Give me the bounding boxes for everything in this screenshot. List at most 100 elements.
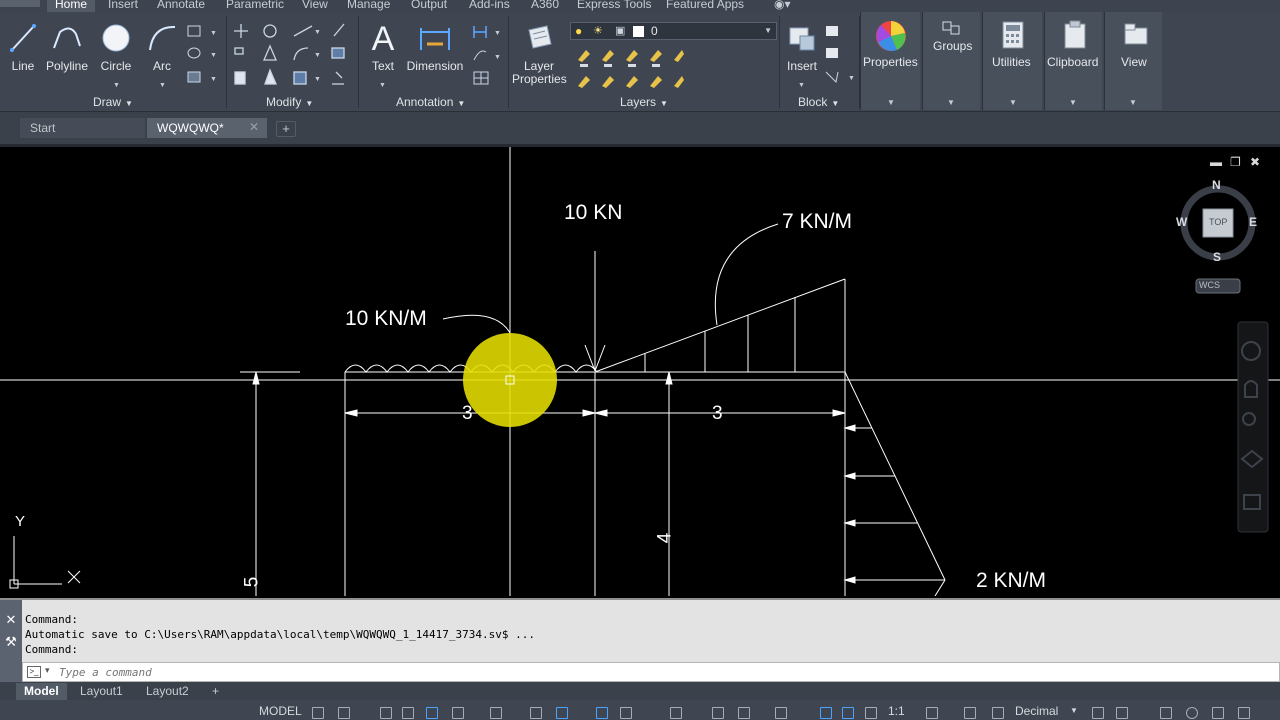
graphics-performance-icon[interactable] <box>1160 707 1172 719</box>
compass-north[interactable]: N <box>1212 178 1221 192</box>
lock-ui-icon[interactable] <box>1116 707 1128 719</box>
polar-tracking-icon[interactable] <box>452 707 464 719</box>
text-button[interactable]: A Text ▼ <box>364 20 402 89</box>
app-menu-button[interactable] <box>0 0 40 7</box>
drawing-viewport[interactable]: ▬ ❐ ✖ 10 KN 7 KN/M 10 KN/M 2 KN/M 3 3 4 … <box>0 144 1280 596</box>
lineweight-icon[interactable] <box>596 707 608 719</box>
isometric-icon[interactable] <box>490 707 502 719</box>
close-command-window-icon[interactable]: ✕ <box>0 612 22 628</box>
object-snap-icon[interactable] <box>556 707 568 719</box>
line-icon <box>10 24 36 52</box>
tab-home[interactable]: Home <box>47 0 96 12</box>
auto-scale-icon[interactable] <box>842 707 854 719</box>
chevron-down-icon[interactable]: ▼ <box>1070 706 1078 715</box>
command-input-box[interactable]: >_ ▾ <box>22 662 1280 682</box>
dimension-right-span: 3 <box>712 403 723 424</box>
tab-parametric[interactable]: Parametric <box>226 0 284 11</box>
annotation-panel-title[interactable]: Annotation ▼ <box>396 95 465 109</box>
tab-featured-apps[interactable]: Featured Apps <box>666 0 744 11</box>
annotation-scale-dropdown[interactable]: 1:1 <box>888 704 905 718</box>
sun-icon: ☀ <box>593 25 603 37</box>
layer-tools[interactable] <box>574 46 684 90</box>
tab-view[interactable]: View <box>302 0 328 11</box>
command-input[interactable] <box>59 664 1259 680</box>
clipboard-panel[interactable]: Clipboard ▼ <box>1044 12 1102 110</box>
tab-add-ins[interactable]: Add-ins <box>469 0 510 11</box>
block-small-tools[interactable]: ▼ <box>824 24 856 90</box>
tab-model[interactable]: Model <box>16 683 67 700</box>
modify-panel-title[interactable]: Modify ▼ <box>266 95 313 109</box>
add-layout-button[interactable]: + <box>204 683 227 700</box>
dimension-left-span: 3 <box>462 403 473 424</box>
tab-a360[interactable]: A360 <box>531 0 559 11</box>
modify-tools[interactable]: ▼ ▼ ▼ <box>232 22 356 92</box>
chevron-down-icon[interactable]: ▾ <box>45 665 50 676</box>
tab-insert[interactable]: Insert <box>108 0 138 11</box>
transparency-icon[interactable] <box>620 707 632 719</box>
close-tab-icon[interactable]: ✕ <box>249 120 259 134</box>
units-icon[interactable] <box>775 707 787 719</box>
view-icon <box>1124 23 1148 45</box>
gizmo-icon[interactable] <box>712 707 724 719</box>
circle-button[interactable]: Circle ▼ <box>96 22 136 89</box>
drawing-canvas <box>0 147 1280 596</box>
ribbon-options-icon[interactable]: ◉▾ <box>774 0 791 11</box>
grid-icon[interactable] <box>312 707 324 719</box>
draw-panel-title[interactable]: Draw ▼ <box>93 95 133 109</box>
workspace-gear-icon[interactable] <box>926 707 938 719</box>
groups-icon <box>942 21 960 35</box>
tab-express-tools[interactable]: Express Tools <box>577 0 651 11</box>
model-space-button[interactable]: MODEL <box>259 704 302 718</box>
annotation-small-tools[interactable]: ▼▼ <box>470 22 506 92</box>
draw-small-tools[interactable]: ▼ ▼ ▼ <box>186 22 222 88</box>
tab-layout1[interactable]: Layout1 <box>72 683 131 700</box>
units-dropdown[interactable]: Decimal <box>1015 704 1058 718</box>
customize-wrench-icon[interactable]: ⚒ <box>0 634 22 650</box>
tab-output[interactable]: Output <box>411 0 447 11</box>
insert-block-button[interactable]: Insert ▼ <box>784 22 820 89</box>
quick-properties-icon[interactable] <box>1092 707 1104 719</box>
layer-dropdown[interactable]: ● ☀ ▣ 0 ▼ <box>570 22 777 40</box>
layout-tab-bar: Model Layout1 Layout2 + <box>0 682 1280 700</box>
selection-cycling-icon[interactable] <box>670 707 682 719</box>
infer-constraints-icon[interactable] <box>380 707 392 719</box>
customization-menu-icon[interactable] <box>1238 707 1250 719</box>
compass-east[interactable]: E <box>1249 215 1257 229</box>
clean-screen-icon[interactable] <box>1186 707 1198 719</box>
layer-properties-button[interactable]: Layer Properties <box>512 22 567 86</box>
lock-icon: ▣ <box>615 25 626 37</box>
line-button[interactable]: Line <box>6 22 40 73</box>
tab-annotate[interactable]: Annotate <box>157 0 205 11</box>
annotation-plus-icon[interactable] <box>964 707 976 719</box>
tab-start[interactable]: Start <box>20 118 145 138</box>
svg-text:▼: ▼ <box>494 30 501 37</box>
view-panel[interactable]: View ▼ <box>1104 12 1162 110</box>
hardware-acceleration-icon[interactable] <box>1212 707 1224 719</box>
compass-south[interactable]: S <box>1213 250 1221 264</box>
object-snap-tracking-icon[interactable] <box>530 707 542 719</box>
compass-west[interactable]: W <box>1176 215 1187 229</box>
calculator-icon <box>1002 21 1024 49</box>
dimension-button[interactable]: Dimension <box>405 22 465 73</box>
command-prompt-icon[interactable]: >_ <box>27 666 41 678</box>
ribbon-tab-bar: Home Insert Annotate Parametric View Man… <box>0 0 1280 12</box>
dynamic-input-icon[interactable] <box>402 707 414 719</box>
isolate-objects-icon[interactable] <box>992 707 1004 719</box>
polyline-button[interactable]: Polyline <box>42 22 92 73</box>
snap-icon[interactable] <box>338 707 350 719</box>
new-tab-button[interactable]: + <box>276 121 296 137</box>
utilities-panel[interactable]: Utilities ▼ <box>982 12 1042 110</box>
layers-panel-title[interactable]: Layers ▼ <box>620 95 668 109</box>
annotation-monitor-icon[interactable] <box>738 707 750 719</box>
tab-layout2[interactable]: Layout2 <box>138 683 197 700</box>
annotation-scale-icon[interactable] <box>865 707 877 719</box>
properties-panel[interactable]: Properties ▼ <box>860 12 920 110</box>
tab-manage[interactable]: Manage <box>347 0 390 11</box>
tab-drawing-file[interactable]: WQWQWQ* ✕ <box>147 118 267 138</box>
arc-button[interactable]: Arc ▼ <box>142 22 182 89</box>
ortho-icon[interactable] <box>426 707 438 719</box>
annotation-visibility-icon[interactable] <box>820 707 832 719</box>
insert-block-icon <box>789 27 815 51</box>
block-panel-title[interactable]: Block ▼ <box>798 95 839 109</box>
groups-panel[interactable]: Groups ▼ <box>922 12 980 110</box>
